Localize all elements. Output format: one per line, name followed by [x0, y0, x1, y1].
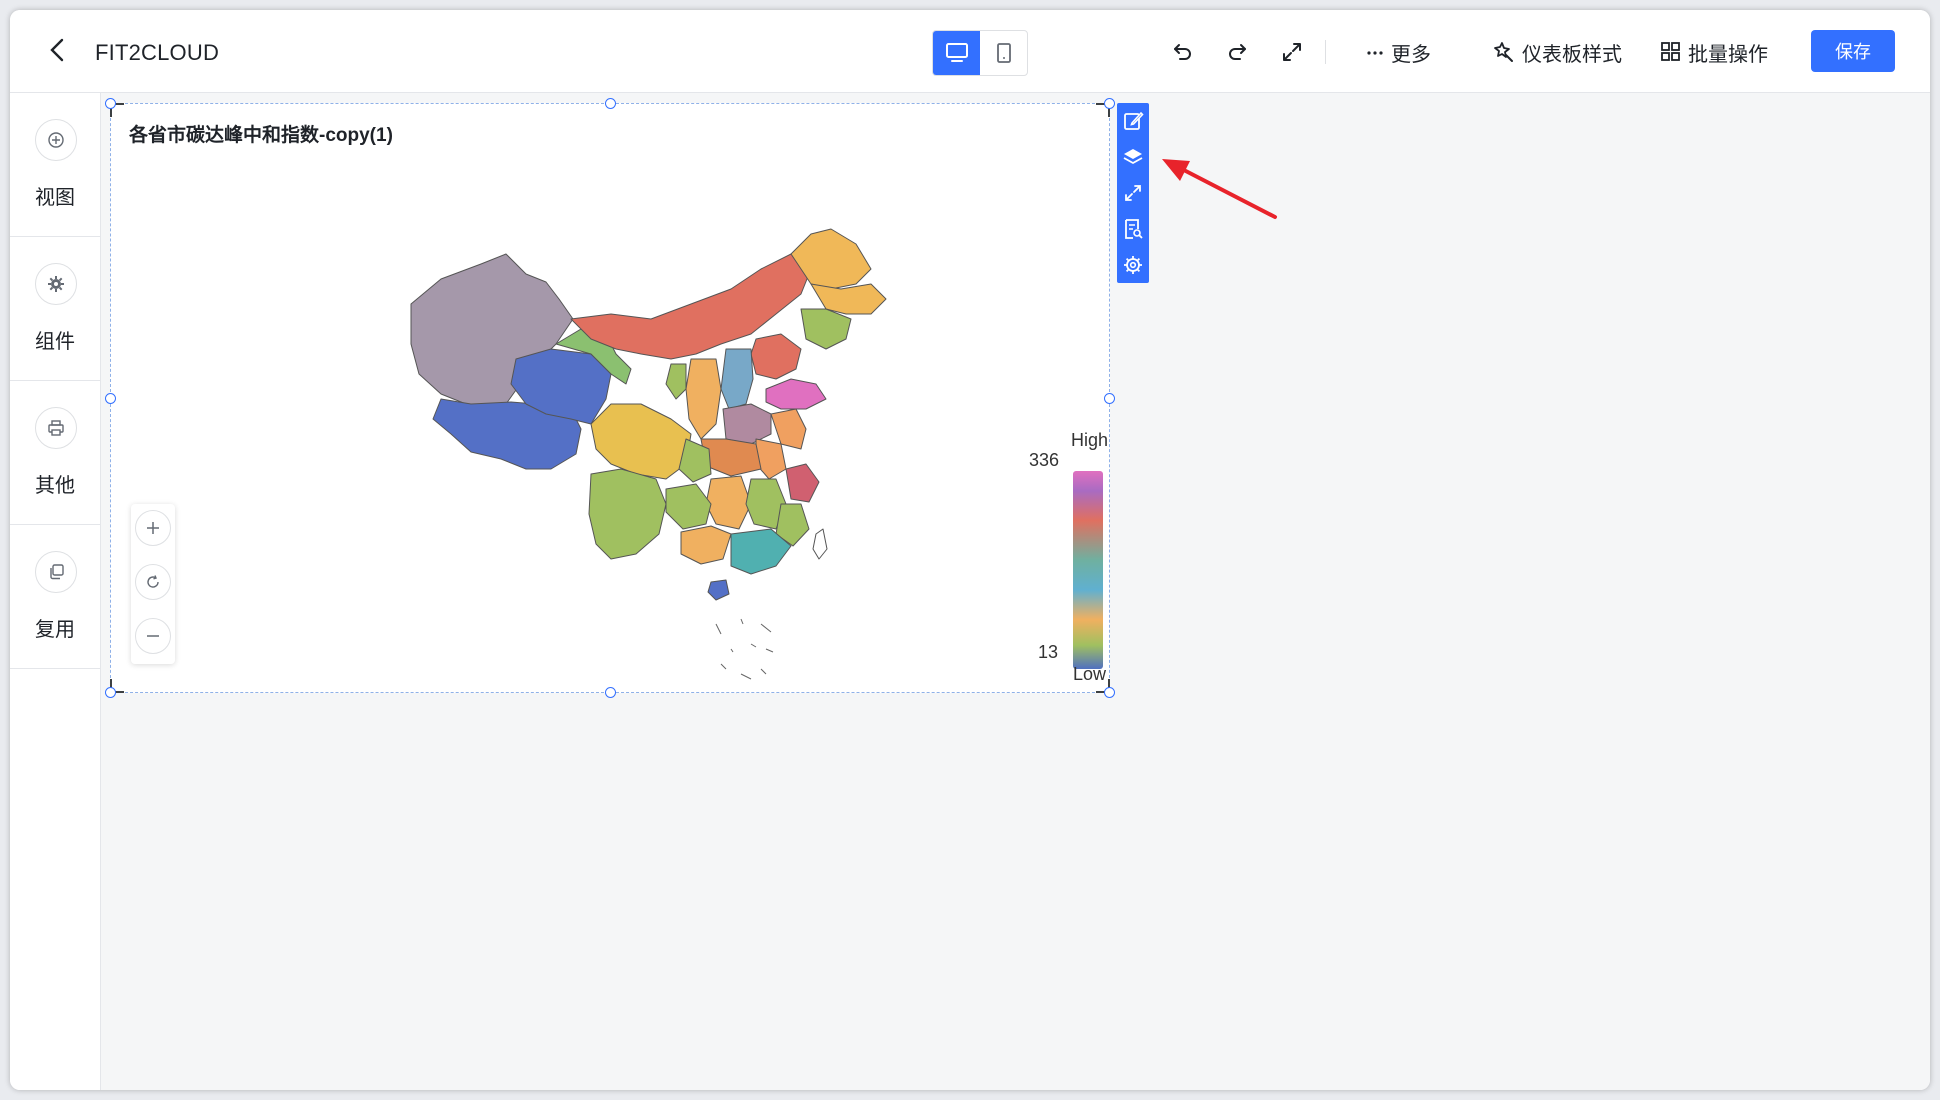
fullscreen-button[interactable] [1280, 36, 1304, 68]
sidebar-item-other[interactable]: 其他 [10, 381, 100, 525]
redo-button[interactable] [1225, 36, 1249, 68]
zoom-out-button[interactable] [135, 618, 171, 654]
magic-wand-icon [1494, 42, 1513, 62]
gear-icon [35, 263, 77, 305]
document-search-icon [1125, 219, 1143, 239]
more-button[interactable]: 更多 [1365, 36, 1431, 68]
edit-button[interactable] [1117, 103, 1149, 139]
device-toggle [932, 30, 1028, 76]
phone-icon [996, 43, 1011, 63]
minus-icon [147, 635, 159, 637]
china-map[interactable] [111, 104, 1111, 694]
settings-button[interactable] [1117, 247, 1149, 283]
mobile-view-button[interactable] [980, 31, 1027, 75]
refresh-icon [147, 575, 159, 588]
region-ningxia [665, 363, 687, 400]
component-sidebar: 视图 组件 其他 复用 [10, 93, 101, 1090]
red-arrow-annotation [1162, 159, 1277, 219]
grid-icon [1661, 42, 1680, 61]
resize-handle-tl[interactable] [105, 98, 116, 109]
widget-toolbar [1117, 103, 1149, 283]
more-label: 更多 [1391, 43, 1431, 66]
monitor-icon [945, 43, 968, 62]
region-zhejiang [785, 463, 820, 503]
legend-max-value: 336 [1029, 450, 1060, 470]
ellipsis-icon [1367, 51, 1383, 55]
map-chart-widget[interactable]: 各省市碳达峰中和指数-copy(1) High 336 13 Low [105, 98, 1115, 698]
dashboard-style-button[interactable]: 仪表板样式 [1492, 36, 1622, 68]
app-window: FIT2CLOUD 更多 仪表板样式 批量操作 保存 视图 组件 其他 复用 各… [10, 10, 1930, 1090]
desktop-view-button[interactable] [933, 31, 980, 75]
legend-high-label: High [1071, 430, 1109, 450]
layers-icon [1123, 149, 1143, 164]
expand-icon [1125, 185, 1141, 201]
region-shandong [765, 378, 827, 410]
sidebar-item-label: 复用 [35, 619, 75, 641]
region-shaanxi [685, 358, 722, 440]
back-button[interactable] [40, 32, 76, 68]
zoom-controls [131, 504, 175, 664]
sidebar-item-label: 组件 [35, 331, 75, 353]
plus-circle-icon [35, 119, 77, 161]
legend-gradient-bar[interactable] [1073, 471, 1103, 669]
sidebar-item-reuse[interactable]: 复用 [10, 525, 100, 669]
undo-icon [1174, 44, 1191, 60]
region-guizhou [665, 483, 712, 530]
region-sichuan [590, 403, 692, 480]
sidebar-item-component[interactable]: 组件 [10, 237, 100, 381]
enlarge-button[interactable] [1117, 175, 1149, 211]
region-hainan [707, 579, 730, 601]
region-hunan [705, 475, 752, 530]
batch-operation-button[interactable]: 批量操作 [1660, 36, 1768, 68]
reset-zoom-button[interactable] [135, 564, 171, 600]
sidebar-item-label: 视图 [35, 187, 75, 209]
layer-button[interactable] [1117, 139, 1149, 175]
expand-icon [1283, 43, 1301, 61]
region-henan [722, 403, 772, 445]
region-guangxi [680, 525, 732, 565]
printer-icon [35, 407, 77, 449]
sidebar-item-view[interactable]: 视图 [10, 93, 100, 237]
gear-icon [1124, 256, 1142, 274]
copy-icon [35, 551, 77, 593]
edit-icon [1124, 111, 1144, 130]
undo-button[interactable] [1171, 36, 1195, 68]
resize-handle-br[interactable] [1104, 687, 1115, 698]
region-liaoning [800, 308, 852, 350]
region-anhui [755, 438, 787, 480]
dashboard-style-label: 仪表板样式 [1522, 43, 1622, 66]
resize-handle-tr[interactable] [1104, 98, 1115, 109]
legend-min-value: 13 [1038, 642, 1059, 662]
resize-handle-right[interactable] [1104, 393, 1115, 404]
redo-icon [1229, 44, 1246, 60]
region-shanxi [720, 348, 754, 410]
resize-handle-left[interactable] [105, 393, 116, 404]
resize-handle-bl[interactable] [105, 687, 116, 698]
region-beijing-hebei [750, 333, 802, 380]
app-title: FIT2CLOUD [95, 40, 220, 65]
save-button[interactable]: 保存 [1811, 30, 1895, 72]
batch-operation-label: 批量操作 [1688, 43, 1768, 66]
sidebar-item-label: 其他 [35, 475, 75, 497]
resize-handle-bottom[interactable] [605, 687, 616, 698]
zoom-in-button[interactable] [135, 510, 171, 546]
top-header: FIT2CLOUD 更多 仪表板样式 批量操作 保存 [10, 10, 1930, 93]
chevron-left-icon [50, 38, 64, 62]
plus-icon [147, 522, 159, 534]
region-yunnan [588, 468, 667, 560]
view-details-button[interactable] [1117, 211, 1149, 247]
resize-handle-top[interactable] [605, 98, 616, 109]
header-divider [1325, 40, 1326, 64]
region-taiwan [812, 528, 828, 560]
